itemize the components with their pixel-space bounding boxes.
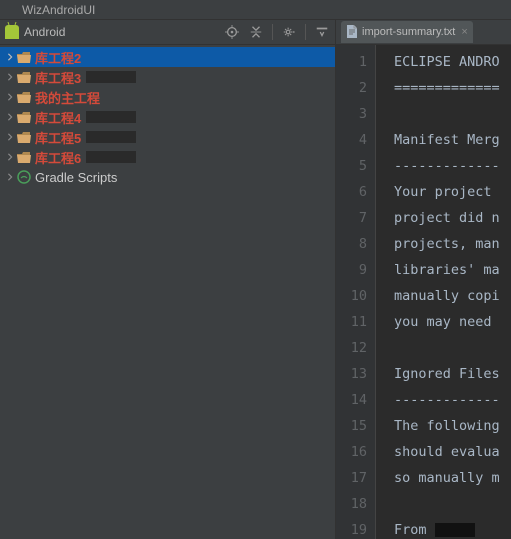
line-number: 17 [336, 465, 367, 491]
redacted-text [86, 111, 136, 123]
line-number: 3 [336, 101, 367, 127]
target-icon[interactable] [224, 24, 240, 40]
expand-arrow-icon[interactable] [5, 72, 15, 82]
tree-label: 库工程2 [35, 48, 81, 67]
code-line: ECLIPSE ANDRO [394, 49, 511, 75]
text-file-icon [346, 25, 358, 39]
line-number: 15 [336, 413, 367, 439]
line-number: 13 [336, 361, 367, 387]
code-line: Your project [394, 179, 511, 205]
line-number: 12 [336, 335, 367, 361]
code-line: ------------- [394, 153, 511, 179]
tree-item-gradle[interactable]: Gradle Scripts [0, 167, 335, 187]
redacted-text [86, 131, 136, 143]
code-line: projects, man [394, 231, 511, 257]
code-line: so manually m [394, 465, 511, 491]
code-line: The following [394, 413, 511, 439]
main-area: Android [0, 20, 511, 539]
tree-item[interactable]: 库工程5 [0, 127, 335, 147]
tree-item[interactable]: 库工程2 [0, 47, 335, 67]
panel-title[interactable]: Android [24, 25, 224, 39]
code-line: project did n [394, 205, 511, 231]
tab-label: import-summary.txt [362, 26, 455, 38]
code-line: should evalua [394, 439, 511, 465]
tree-label: 库工程4 [35, 108, 81, 127]
line-number: 19 [336, 517, 367, 539]
gear-icon[interactable] [281, 24, 297, 40]
line-number: 1 [336, 49, 367, 75]
project-panel: Android [0, 20, 336, 539]
code-line: ============= [394, 75, 511, 101]
tree-label: 库工程6 [35, 148, 81, 167]
expand-arrow-icon[interactable] [5, 152, 15, 162]
code-line: you may need [394, 309, 511, 335]
code-line [394, 491, 511, 517]
redacted-text [435, 523, 475, 537]
code-content[interactable]: ECLIPSE ANDRO=============Manifest Merg-… [376, 45, 511, 539]
folder-icon [17, 52, 31, 63]
folder-icon [17, 152, 31, 163]
hide-icon[interactable] [314, 24, 330, 40]
tree-item[interactable]: 库工程3 [0, 67, 335, 87]
editor-panel: import-summary.txt × 1234567891011121314… [336, 20, 511, 539]
tree-item[interactable]: 库工程4 [0, 107, 335, 127]
title-bar: WizAndroidUI [0, 0, 511, 20]
editor[interactable]: 12345678910111213141516171819 ECLIPSE AN… [336, 45, 511, 539]
code-line: Ignored Files [394, 361, 511, 387]
tree-label: Gradle Scripts [35, 170, 117, 185]
panel-header: Android [0, 20, 335, 45]
expand-arrow-icon[interactable] [5, 52, 15, 62]
line-number: 10 [336, 283, 367, 309]
line-number: 16 [336, 439, 367, 465]
folder-icon [17, 132, 31, 143]
expand-arrow-icon[interactable] [5, 112, 15, 122]
code-line: libraries' ma [394, 257, 511, 283]
folder-icon [17, 72, 31, 83]
tree-label: 我的主工程 [35, 88, 100, 107]
redacted-text [86, 151, 136, 163]
android-icon [5, 25, 19, 39]
line-number: 8 [336, 231, 367, 257]
redacted-text [86, 71, 136, 83]
line-number: 11 [336, 309, 367, 335]
separator [272, 24, 273, 40]
line-number: 18 [336, 491, 367, 517]
line-number: 14 [336, 387, 367, 413]
tab-import-summary[interactable]: import-summary.txt × [341, 21, 473, 43]
tree-label: 库工程3 [35, 68, 81, 87]
gradle-icon [17, 170, 31, 184]
collapse-icon[interactable] [248, 24, 264, 40]
project-tree: 库工程2 库工程3 我的主工程 [0, 45, 335, 189]
separator [305, 24, 306, 40]
folder-icon [17, 112, 31, 123]
code-line: Manifest Merg [394, 127, 511, 153]
code-line [394, 335, 511, 361]
panel-toolbar [224, 24, 330, 40]
line-number: 5 [336, 153, 367, 179]
line-number: 7 [336, 205, 367, 231]
code-line: manually copi [394, 283, 511, 309]
close-icon[interactable]: × [461, 26, 467, 38]
expand-arrow-icon[interactable] [5, 92, 15, 102]
expand-arrow-icon[interactable] [5, 132, 15, 142]
tree-item[interactable]: 我的主工程 [0, 87, 335, 107]
window-title: WizAndroidUI [22, 3, 95, 17]
line-gutter: 12345678910111213141516171819 [336, 45, 376, 539]
code-line [394, 101, 511, 127]
tree-item[interactable]: 库工程6 [0, 147, 335, 167]
line-number: 9 [336, 257, 367, 283]
line-number: 4 [336, 127, 367, 153]
app-icon [5, 4, 17, 16]
code-line: From [394, 517, 511, 539]
expand-arrow-icon[interactable] [5, 172, 15, 182]
folder-icon [17, 92, 31, 103]
editor-tabs: import-summary.txt × [336, 20, 511, 45]
line-number: 2 [336, 75, 367, 101]
tree-label: 库工程5 [35, 128, 81, 147]
line-number: 6 [336, 179, 367, 205]
code-line: ------------- [394, 387, 511, 413]
